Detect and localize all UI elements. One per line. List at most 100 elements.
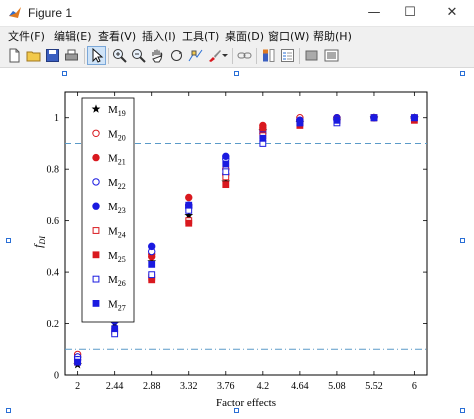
- x-tick-label: 2: [75, 381, 80, 392]
- toolbar-separator: [299, 48, 300, 64]
- legend-icon[interactable]: [279, 47, 296, 64]
- menu-insert[interactable]: 插入(I): [142, 28, 176, 44]
- menu-view[interactable]: 查看(V): [98, 28, 136, 44]
- selection-handle[interactable]: [234, 408, 239, 413]
- figure-window: Figure 1 — ☐ ✕ 文件(F) 编辑(E) 查看(V) 插入(I) 工…: [0, 0, 474, 419]
- legend[interactable]: M19M20M21M22M23M24M25M26M27: [81, 97, 135, 323]
- brush-dropdown-icon[interactable]: [221, 47, 229, 64]
- y-tick-label: 1: [54, 113, 59, 124]
- legend-label-main: M: [108, 274, 118, 286]
- zoom-out-icon[interactable]: [130, 47, 147, 64]
- pan-icon[interactable]: [149, 47, 166, 64]
- legend-marker-M24: [92, 227, 100, 234]
- menu-desktop[interactable]: 桌面(D): [225, 28, 264, 44]
- marker-M27: [111, 325, 119, 333]
- y-tick-label: 0.2: [47, 319, 60, 330]
- legend-marker-M26: [92, 275, 100, 283]
- legend-label-main: M: [108, 250, 118, 262]
- menu-file[interactable]: 文件(F): [8, 28, 45, 44]
- marker-M27: [410, 114, 418, 122]
- y-tick-label: 0.4: [47, 268, 60, 279]
- y-tick-label: 0: [54, 371, 59, 382]
- figure-toolbar: [0, 45, 474, 68]
- marker-M27: [185, 201, 193, 209]
- legend-label-subscript: 21: [118, 158, 126, 167]
- figure-canvas[interactable]: 2 2.44 2.88 3.32 3.76 4.2 4.64 5.08 5.52 6 0 0.2 0.…: [0, 68, 474, 419]
- menu-window[interactable]: 窗口(W): [268, 28, 309, 44]
- legend-marker-M27: [92, 300, 100, 307]
- marker-M27: [259, 134, 267, 142]
- menu-help[interactable]: 帮助(H): [313, 28, 352, 44]
- minimize-button[interactable]: —: [354, 0, 394, 26]
- save-icon[interactable]: [44, 47, 61, 64]
- menu-bar: 文件(F) 编辑(E) 查看(V) 插入(I) 工具(T) 桌面(D) 窗口(W…: [0, 27, 474, 45]
- marker-M27: [370, 114, 378, 122]
- show-plot-tools-icon[interactable]: [323, 47, 340, 64]
- selection-handle[interactable]: [460, 71, 465, 76]
- legend-label-subscript: 24: [118, 231, 126, 240]
- legend-label-main: M: [108, 153, 118, 165]
- x-tick-label: 4.64: [291, 381, 309, 392]
- open-file-icon[interactable]: [25, 47, 42, 64]
- window-title: Figure 1: [28, 6, 73, 20]
- selection-handle[interactable]: [62, 71, 67, 76]
- x-tick-label: 3.32: [180, 381, 198, 392]
- marker-M27: [74, 358, 82, 366]
- matlab-logo-icon: [9, 7, 21, 18]
- data-cursor-icon[interactable]: [187, 47, 204, 64]
- marker-M21: [185, 193, 193, 202]
- legend-label-subscript: 19: [118, 109, 126, 118]
- x-tick-label: 3.76: [217, 381, 235, 392]
- selection-handle[interactable]: [460, 238, 465, 243]
- marker-M27: [222, 160, 230, 168]
- legend-marker-M22: [92, 178, 100, 186]
- legend-label-subscript: 20: [118, 133, 126, 142]
- legend-label-subscript: 27: [118, 303, 126, 312]
- close-button[interactable]: ✕: [432, 0, 472, 26]
- toolbar-separator: [256, 48, 257, 64]
- zoom-in-icon[interactable]: [111, 47, 128, 64]
- marker-M25: [222, 181, 230, 189]
- legend-label-main: M: [108, 298, 118, 310]
- link-icon[interactable]: [236, 47, 253, 64]
- toolbar-separator: [84, 48, 85, 64]
- selection-handle[interactable]: [460, 408, 465, 413]
- legend-label-subscript: 26: [118, 279, 126, 288]
- x-tick-label: 5.08: [328, 381, 346, 392]
- scatter-plot[interactable]: 2 2.44 2.88 3.32 3.76 4.2 4.64 5.08 5.52 6 0 0.2 0.…: [0, 68, 474, 419]
- selection-handle[interactable]: [6, 408, 11, 413]
- marker-M23: [148, 242, 156, 251]
- y-axis-label: fDI: [31, 236, 47, 248]
- y-tick-label: 0.6: [47, 216, 60, 227]
- menu-edit[interactable]: 编辑(E): [54, 28, 92, 44]
- maximize-button[interactable]: ☐: [390, 0, 430, 26]
- selection-handle[interactable]: [6, 238, 11, 243]
- y-axis-label-subscript: DI: [38, 236, 47, 246]
- marker-M27: [296, 119, 304, 127]
- marker-M23: [222, 152, 230, 161]
- x-axis-label: Factor effects: [216, 397, 276, 409]
- legend-label-subscript: 22: [118, 182, 126, 191]
- x-tick-label: 4.2: [257, 381, 270, 392]
- legend-marker-M20: [92, 129, 100, 138]
- marker-M27: [333, 116, 341, 124]
- legend-label-subscript: 25: [118, 255, 126, 264]
- legend-marker-M23: [92, 202, 100, 210]
- x-tick-label: 6: [412, 381, 417, 392]
- print-icon[interactable]: [63, 47, 80, 64]
- selection-handle[interactable]: [234, 71, 239, 76]
- marker-M26: [148, 271, 156, 279]
- marker-M25: [185, 219, 193, 227]
- colorbar-icon[interactable]: [260, 47, 277, 64]
- hide-plot-tools-icon[interactable]: [303, 47, 320, 64]
- legend-label-main: M: [108, 104, 118, 116]
- y-tick-label: 0.8: [47, 165, 60, 176]
- legend-label-main: M: [108, 226, 118, 238]
- menu-tools[interactable]: 工具(T): [182, 28, 219, 44]
- legend-label-main: M: [108, 177, 118, 189]
- rotate-icon[interactable]: [168, 47, 185, 64]
- new-figure-icon[interactable]: [6, 47, 23, 64]
- pointer-icon[interactable]: [87, 46, 106, 65]
- legend-label-main: M: [108, 201, 118, 213]
- legend-marker-M25: [92, 251, 100, 259]
